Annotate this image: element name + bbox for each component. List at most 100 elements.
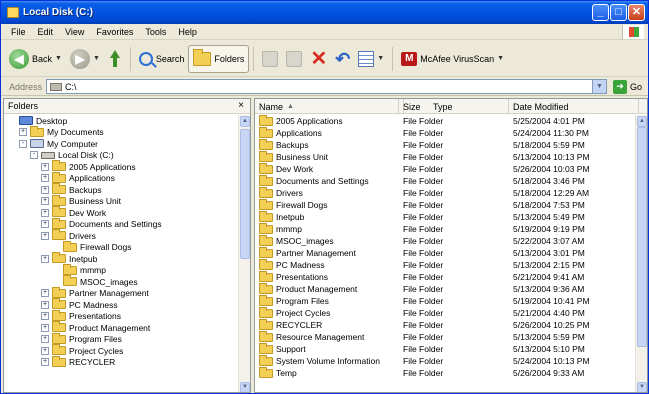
- tree-item[interactable]: Firewall Dogs: [4, 240, 240, 254]
- file-row[interactable]: System Volume Information File Folder 5/24…: [255, 355, 637, 367]
- mcafee-dropdown-icon[interactable]: ▼: [497, 55, 504, 62]
- tree-item[interactable]: - My Computer: [4, 138, 240, 150]
- back-button[interactable]: ◀ Back ▼: [5, 45, 66, 73]
- copy-to-button[interactable]: [282, 45, 306, 73]
- expand-icon[interactable]: +: [19, 128, 27, 137]
- expand-icon[interactable]: +: [41, 335, 49, 344]
- expand-icon[interactable]: +: [41, 185, 49, 194]
- file-row[interactable]: mmmp File Folder 5/19/2004 9:19 PM: [255, 223, 637, 235]
- tree-item[interactable]: + My Documents: [4, 125, 240, 139]
- file-row[interactable]: Documents and Settings File Folder 5/18/20…: [255, 175, 637, 187]
- expand-icon[interactable]: +: [41, 231, 49, 240]
- views-button[interactable]: ▼: [354, 45, 388, 73]
- up-button[interactable]: [104, 45, 126, 73]
- address-input[interactable]: C:\ ▼: [46, 79, 607, 94]
- file-row[interactable]: Product Management File Folder 5/13/2004 9…: [255, 283, 637, 295]
- expand-icon[interactable]: +: [41, 300, 49, 309]
- expand-icon[interactable]: +: [41, 323, 49, 332]
- undo-button[interactable]: ↶: [331, 45, 354, 73]
- tree-item[interactable]: + Business Unit: [4, 194, 240, 208]
- expand-icon[interactable]: +: [41, 254, 49, 263]
- search-button[interactable]: Search: [135, 45, 189, 73]
- tree-item[interactable]: +2005 Applications: [4, 160, 240, 173]
- file-row[interactable]: Resource Management File Folder 5/13/2004 …: [255, 331, 637, 343]
- expand-icon[interactable]: +: [41, 358, 49, 367]
- tree-item[interactable]: + Backups: [4, 183, 240, 196]
- tree-item[interactable]: + Inetpub: [4, 252, 240, 265]
- forward-button[interactable]: ▶ ▼: [66, 45, 104, 73]
- file-row[interactable]: Drivers File Folder 5/18/2004 12:29 AM: [255, 187, 637, 199]
- file-row[interactable]: Business Unit File Folder 5/13/2004 10:13 …: [255, 151, 637, 163]
- tree-item[interactable]: MSOC_images: [4, 275, 240, 288]
- close-button[interactable]: ✕: [628, 4, 645, 21]
- file-row[interactable]: RECYCLER File Folder 5/26/2004 10:25 PM: [255, 319, 637, 331]
- folders-button[interactable]: Folders: [188, 44, 250, 73]
- delete-button[interactable]: ✕: [306, 45, 331, 73]
- tree-item[interactable]: + Program Files: [4, 332, 240, 346]
- expand-icon[interactable]: +: [41, 162, 49, 171]
- go-button[interactable]: ➜ Go: [607, 79, 648, 94]
- scroll-down-icon[interactable]: ▼: [637, 382, 647, 392]
- tree-item[interactable]: + Drivers: [4, 229, 240, 242]
- expand-icon[interactable]: +: [41, 197, 49, 206]
- menu-file[interactable]: File: [5, 27, 32, 37]
- file-row[interactable]: MSOC_images File Folder 5/22/2004 3:07 AM: [255, 235, 637, 247]
- expand-icon[interactable]: +: [41, 220, 49, 229]
- menu-help[interactable]: Help: [172, 27, 203, 37]
- file-row[interactable]: Dev Work File Folder 5/26/2004 10:03 PM: [255, 163, 637, 175]
- expand-icon[interactable]: +: [41, 312, 49, 321]
- menu-favorites[interactable]: Favorites: [90, 27, 139, 37]
- menu-view[interactable]: View: [59, 27, 90, 37]
- scroll-up-icon[interactable]: ▲: [637, 116, 647, 127]
- scrollbar-thumb[interactable]: [637, 127, 647, 347]
- tree-item[interactable]: + Partner Management: [4, 286, 240, 300]
- scroll-up-icon[interactable]: ▲: [240, 116, 250, 127]
- menu-edit[interactable]: Edit: [32, 27, 60, 37]
- column-name[interactable]: Name ▲: [255, 99, 399, 114]
- file-row[interactable]: Partner Management File Folder 5/13/2004 3…: [255, 247, 637, 259]
- file-row[interactable]: Inetpub File Folder 5/13/2004 5:49 PM: [255, 211, 637, 223]
- back-dropdown-icon[interactable]: ▼: [55, 55, 62, 62]
- scrollbar-thumb[interactable]: [240, 129, 250, 259]
- tree-item[interactable]: mmmp: [4, 263, 240, 277]
- tree-item[interactable]: + Presentations: [4, 309, 240, 323]
- expand-icon[interactable]: +: [41, 346, 49, 355]
- tree-item[interactable]: + Product Management: [4, 321, 240, 334]
- tree-item[interactable]: + Dev Work: [4, 206, 240, 219]
- menu-tools[interactable]: Tools: [139, 27, 172, 37]
- tree-item[interactable]: + PC Madness: [4, 298, 240, 311]
- expand-icon[interactable]: +: [41, 174, 49, 183]
- tree-item[interactable]: + RECYCLER: [4, 355, 240, 369]
- file-row[interactable]: Program Files File Folder 5/19/2004 10:41 …: [255, 295, 637, 307]
- file-row[interactable]: Project Cycles File Folder 5/21/2004 4:40 …: [255, 307, 637, 319]
- address-dropdown-icon[interactable]: ▼: [591, 80, 606, 93]
- tree-item[interactable]: + Project Cycles: [4, 344, 240, 357]
- minimize-button[interactable]: _: [592, 4, 609, 21]
- mcafee-button[interactable]: M McAfee VirusScan ▼: [397, 45, 508, 73]
- expand-icon[interactable]: +: [41, 289, 49, 298]
- tree-item[interactable]: + Documents and Settings: [4, 217, 240, 231]
- file-row[interactable]: Backups File Folder 5/18/2004 5:59 PM: [255, 139, 637, 151]
- file-row[interactable]: Presentations File Folder 5/21/2004 9:41 A…: [255, 271, 637, 283]
- title-bar[interactable]: Local Disk (C:) _ □ ✕: [1, 1, 648, 24]
- move-to-button[interactable]: [258, 45, 282, 73]
- expand-icon[interactable]: +: [41, 208, 49, 217]
- collapse-icon[interactable]: -: [30, 151, 38, 160]
- column-type[interactable]: Type: [429, 99, 509, 114]
- scroll-down-icon[interactable]: ▼: [240, 382, 250, 392]
- close-pane-icon[interactable]: ×: [238, 100, 244, 111]
- file-row[interactable]: 2005 Applications File Folder 5/25/2004 4:…: [255, 115, 637, 127]
- maximize-button[interactable]: □: [610, 4, 627, 21]
- file-row[interactable]: Applications File Folder 5/24/2004 11:30 P…: [255, 127, 637, 139]
- tree-item[interactable]: Desktop: [4, 115, 240, 127]
- file-list-scrollbar[interactable]: ▲ ▼: [635, 115, 647, 392]
- column-size[interactable]: Size: [399, 99, 429, 114]
- collapse-icon[interactable]: -: [19, 139, 27, 148]
- file-row[interactable]: PC Madness File Folder 5/13/2004 2:15 PM: [255, 259, 637, 271]
- folders-scrollbar[interactable]: ▲ ▼: [238, 115, 250, 392]
- tree-item[interactable]: - Local Disk (C:): [4, 150, 240, 162]
- file-row[interactable]: Firewall Dogs File Folder 5/18/2004 7:53 P…: [255, 199, 637, 211]
- views-dropdown-icon[interactable]: ▼: [377, 55, 384, 62]
- file-row[interactable]: Support File Folder 5/13/2004 5:10 PM: [255, 343, 637, 355]
- column-date-modified[interactable]: Date Modified: [509, 99, 639, 114]
